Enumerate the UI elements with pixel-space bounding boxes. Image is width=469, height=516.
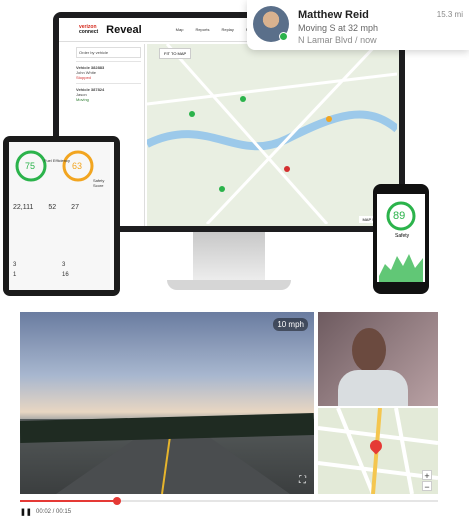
vehicle-card[interactable]: Vehicle 382883 John White Stopped <box>76 61 141 83</box>
progress-fill <box>20 500 117 502</box>
zoom-in-button[interactable]: + <box>422 470 432 481</box>
online-status-dot <box>279 32 288 41</box>
dashcam-video[interactable]: 10 mph ⛶ <box>20 312 314 494</box>
vehicle-state: Stopped <box>76 75 91 80</box>
driver-camera[interactable] <box>318 312 438 406</box>
zoom-out-button[interactable]: − <box>422 481 432 492</box>
location-label: N Lamar Blvd <box>298 35 353 45</box>
phone-label: Safety <box>395 233 410 239</box>
phone-score: 89 <box>393 210 406 222</box>
order-filter[interactable]: Order by vehicle <box>76 47 141 58</box>
phone-device: 89 Safety <box>373 184 429 294</box>
fit-to-map-button[interactable]: FIT TO MAP <box>159 48 192 59</box>
speed-badge: 10 mph <box>273 318 308 331</box>
safety-score: 63 <box>72 161 83 171</box>
fuel-score: 75 <box>25 161 36 171</box>
video-time: 00:02 / 00:15 <box>36 509 72 515</box>
nav-map[interactable]: Map <box>176 27 184 32</box>
map-graphic <box>147 44 399 226</box>
stat-value: 22,111 <box>13 204 34 211</box>
fullscreen-icon[interactable]: ⛶ <box>299 475 306 486</box>
movement-status: Moving S at 32 mph <box>298 23 379 33</box>
driver-name: Matthew Reid <box>298 9 369 21</box>
stat-value: 52 <box>48 204 57 211</box>
mini-map[interactable]: + − <box>318 408 438 494</box>
driver-figure <box>352 328 386 372</box>
vehicle-card[interactable]: Vehicle 387824 Jason Moving <box>76 83 141 105</box>
pause-icon[interactable]: ❚❚ <box>20 508 32 516</box>
road-lines <box>20 413 314 494</box>
legend-list: 3 3 1 16 <box>13 262 107 278</box>
monitor-base <box>167 280 291 290</box>
vehicle-state: Moving <box>76 97 89 102</box>
driver-notification[interactable]: Matthew Reid 15.3 mi Moving S at 32 mph … <box>247 0 469 50</box>
safety-label: Safety Score <box>93 178 105 188</box>
fleet-map[interactable]: FIT TO MAP MAP SATELLITE <box>147 44 399 226</box>
legend-count: 3 <box>62 262 66 268</box>
location-line: N Lamar Blvd / now <box>298 35 377 45</box>
brand-logo: verizon connect <box>79 23 99 35</box>
notification-time: now <box>360 35 377 45</box>
distance-label: 15.3 mi <box>436 10 463 19</box>
legend-count: 1 <box>13 272 17 278</box>
progress-handle[interactable] <box>113 497 121 505</box>
stat-value: 27 <box>71 204 79 211</box>
driver-shirt <box>338 370 408 406</box>
legend-count: 3 <box>13 262 17 268</box>
video-progress[interactable] <box>20 497 438 505</box>
legend-count: 16 <box>62 272 69 278</box>
fuel-label: Fuel Efficiency <box>44 158 70 163</box>
tablet-dashboard: 75 63 Fuel Efficiency Safety Score 22,11… <box>9 142 114 290</box>
map-button[interactable]: MAP <box>362 217 371 222</box>
tablet-device: 75 63 Fuel Efficiency Safety Score 22,11… <box>3 136 120 296</box>
app-title: Reveal <box>106 23 142 36</box>
phone-dashboard: 89 Safety <box>377 194 425 282</box>
monitor-stand <box>193 232 265 282</box>
stat-row: 22,111 52 27 <box>13 204 79 211</box>
nav-reports[interactable]: Reports <box>195 27 209 32</box>
nav-replay[interactable]: Replay <box>221 27 233 32</box>
location-separator: / <box>355 35 358 45</box>
